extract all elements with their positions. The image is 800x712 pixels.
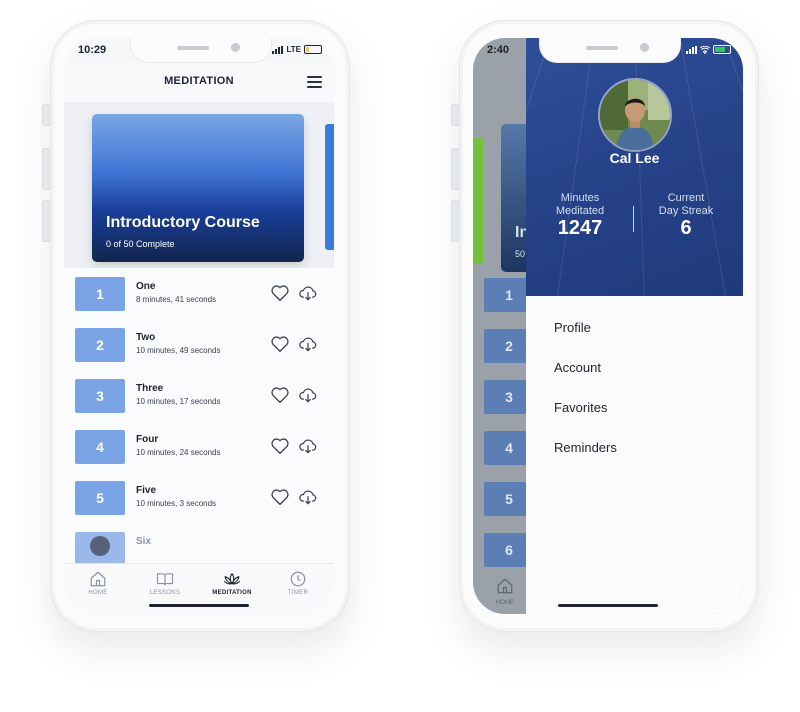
tab-lessons[interactable]: LESSONS xyxy=(135,570,195,596)
course-carousel[interactable]: Introductory Course 0 of 50 Complete xyxy=(64,102,334,268)
network-label: LTE xyxy=(286,45,301,54)
avatar[interactable] xyxy=(598,78,672,152)
lesson-row[interactable]: 5 Five 10 minutes, 3 seconds xyxy=(64,472,334,524)
battery-icon xyxy=(713,45,731,54)
lesson-name: Three xyxy=(136,383,164,394)
lesson-duration: 10 minutes, 3 seconds xyxy=(136,499,217,508)
lesson-duration: 10 minutes, 49 seconds xyxy=(136,346,221,355)
side-drawer: Cal Lee Minutes Meditated 1247 Current D… xyxy=(526,38,743,614)
lesson-name: Two xyxy=(136,332,156,343)
lesson-number: 4 xyxy=(75,430,125,464)
tab-home[interactable]: HOME xyxy=(68,570,128,596)
download-cloud-icon[interactable] xyxy=(298,436,318,456)
minutes-meditated-stat: Minutes Meditated 1247 xyxy=(530,192,630,239)
status-time: 2:40 xyxy=(487,44,510,56)
lesson-number-locked xyxy=(75,532,125,566)
book-icon xyxy=(156,573,174,586)
stats-divider xyxy=(633,206,634,232)
top-bar: MEDITATION xyxy=(64,62,334,102)
notch xyxy=(130,38,272,63)
lesson-duration: 10 minutes, 24 seconds xyxy=(136,448,221,457)
menu-item-account[interactable]: Account xyxy=(554,360,601,375)
lesson-number: 5 xyxy=(75,481,125,515)
signal-icon xyxy=(686,45,697,54)
lesson-duration: 8 minutes, 41 seconds xyxy=(136,295,217,304)
course-progress: 0 of 50 Complete xyxy=(106,239,175,249)
heart-icon[interactable] xyxy=(270,284,290,302)
right-phone-screen: In 50 1 2 3 4 5 6 HOME 2:40 Cal Lee Minu… xyxy=(473,38,743,614)
page-title: MEDITATION xyxy=(164,75,234,87)
tab-timer[interactable]: TIMER xyxy=(268,570,328,596)
menu-item-favorites[interactable]: Favorites xyxy=(554,400,607,415)
signal-icon xyxy=(272,45,284,54)
download-cloud-icon[interactable] xyxy=(298,487,318,507)
course-name: Introductory Course xyxy=(106,214,260,231)
download-cloud-icon[interactable] xyxy=(298,283,318,303)
lesson-name: Four xyxy=(136,434,159,445)
lesson-row[interactable]: 2 Two 10 minutes, 49 seconds xyxy=(64,319,334,371)
course-card[interactable]: Introductory Course 0 of 50 Complete xyxy=(92,114,304,262)
status-time: 10:29 xyxy=(78,44,107,56)
lotus-icon xyxy=(223,573,241,585)
heart-icon[interactable] xyxy=(270,437,290,455)
lesson-number: 1 xyxy=(75,277,125,311)
lesson-name: Six xyxy=(136,536,152,547)
day-streak-value: 6 xyxy=(680,217,692,239)
wifi-icon xyxy=(700,45,710,54)
user-name: Cal Lee xyxy=(609,150,660,166)
hamburger-menu-icon[interactable] xyxy=(307,76,322,88)
home-icon xyxy=(497,578,513,594)
previous-course-card xyxy=(473,138,483,264)
menu-item-profile[interactable]: Profile xyxy=(554,320,591,335)
notch xyxy=(539,38,681,63)
minutes-meditated-value: 1247 xyxy=(557,217,603,239)
left-phone-frame: 10:29 LTE MEDITATION Introductory Course… xyxy=(50,20,350,632)
lock-icon xyxy=(90,536,110,556)
battery-icon xyxy=(304,45,322,54)
heart-icon[interactable] xyxy=(270,488,290,506)
lesson-number: 2 xyxy=(75,328,125,362)
menu-item-reminders[interactable]: Reminders xyxy=(554,440,617,455)
left-phone-screen: 10:29 LTE MEDITATION Introductory Course… xyxy=(64,38,334,614)
profile-header: Cal Lee Minutes Meditated 1247 Current D… xyxy=(526,38,743,296)
tab-meditation[interactable]: MEDITATION xyxy=(202,570,262,596)
tab-home-dimmed: HOME xyxy=(485,577,525,606)
home-indicator xyxy=(558,604,658,607)
lesson-name: Five xyxy=(136,485,157,496)
lesson-number: 3 xyxy=(75,379,125,413)
lesson-row[interactable]: 1 One 8 minutes, 41 seconds xyxy=(64,268,334,320)
lesson-row[interactable]: 4 Four 10 minutes, 24 seconds xyxy=(64,421,334,473)
lesson-row[interactable]: 3 Three 10 minutes, 17 seconds xyxy=(64,370,334,422)
heart-icon[interactable] xyxy=(270,386,290,404)
lesson-name: One xyxy=(136,281,156,292)
download-cloud-icon[interactable] xyxy=(298,385,318,405)
home-indicator xyxy=(149,604,249,607)
lesson-duration: 10 minutes, 17 seconds xyxy=(136,397,221,406)
download-cloud-icon[interactable] xyxy=(298,334,318,354)
next-course-card[interactable] xyxy=(325,124,334,250)
day-streak-stat: Current Day Streak 6 xyxy=(636,192,736,239)
heart-icon[interactable] xyxy=(270,335,290,353)
clock-icon xyxy=(290,571,306,587)
home-icon xyxy=(90,571,106,587)
avatar-photo xyxy=(600,80,670,150)
right-phone-frame: In 50 1 2 3 4 5 6 HOME 2:40 Cal Lee Minu… xyxy=(459,20,759,632)
